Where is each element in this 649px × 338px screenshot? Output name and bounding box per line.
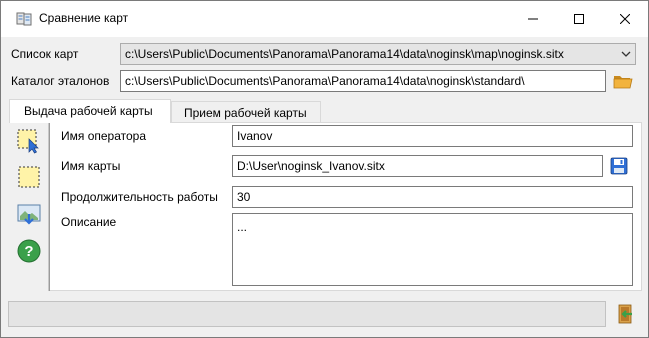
exit-button[interactable] — [612, 302, 638, 326]
map-name-label: Имя карты — [61, 159, 121, 173]
close-icon — [620, 14, 630, 24]
tab-receive-work-map[interactable]: Прием рабочей карты — [171, 101, 321, 123]
operator-label: Имя оператора — [61, 129, 147, 143]
rectangle-frame-icon — [18, 166, 40, 188]
description-textarea[interactable]: ... — [232, 213, 633, 286]
help-button[interactable]: ? — [14, 236, 44, 266]
map-name-input[interactable]: D:\User\noginsk_Ivanov.sitx — [232, 155, 603, 177]
standards-catalog-field[interactable]: c:\Users\Public\Documents\Panorama\Panor… — [120, 70, 606, 92]
map-list-combobox[interactable]: c:\Users\Public\Documents\Panorama\Panor… — [120, 43, 636, 65]
folder-open-icon — [613, 76, 633, 89]
export-map-icon — [17, 204, 41, 225]
svg-text:?: ? — [24, 243, 33, 260]
tab-issue-work-map[interactable]: Выдача рабочей карты — [9, 99, 171, 123]
left-toolbar: ? — [9, 122, 49, 291]
status-bar — [8, 301, 606, 327]
close-button[interactable] — [602, 1, 648, 37]
map-name-value: D:\User\noginsk_Ivanov.sitx — [237, 159, 385, 173]
operator-input[interactable]: Ivanov — [232, 125, 633, 147]
minimize-icon — [528, 18, 538, 20]
description-label: Описание — [61, 215, 117, 229]
title-bar: Сравнение карт — [1, 1, 648, 37]
operator-value: Ivanov — [237, 129, 273, 143]
select-area-button[interactable] — [14, 126, 44, 156]
chevron-down-icon — [621, 51, 631, 57]
map-list-label: Список карт — [11, 47, 79, 61]
duration-label: Продолжительность работы — [61, 190, 218, 204]
window-title: Сравнение карт — [39, 11, 129, 25]
duration-input[interactable]: 30 — [232, 186, 633, 208]
standards-catalog-value: c:\Users\Public\Documents\Panorama\Panor… — [125, 74, 525, 88]
exit-door-icon — [618, 304, 632, 324]
help-icon: ? — [17, 239, 41, 263]
toolbar-separator — [49, 122, 50, 291]
save-icon — [610, 157, 628, 175]
maximize-button[interactable] — [556, 1, 602, 37]
description-value: ... — [237, 220, 248, 234]
minimize-button[interactable] — [510, 1, 556, 37]
browse-catalog-button[interactable] — [610, 69, 636, 93]
rectangle-frame-button[interactable] — [14, 162, 44, 192]
save-map-button[interactable] — [607, 154, 631, 178]
compare-maps-icon — [16, 12, 32, 26]
select-area-icon — [17, 129, 39, 154]
standards-catalog-label: Каталог эталонов — [11, 74, 110, 88]
compare-maps-window: Сравнение карт Список карт c:\Users\Publ… — [0, 0, 649, 338]
maximize-icon — [574, 14, 584, 24]
duration-value: 30 — [237, 190, 251, 204]
export-map-button[interactable] — [14, 200, 44, 230]
map-list-value: c:\Users\Public\Documents\Panorama\Panor… — [125, 47, 564, 61]
